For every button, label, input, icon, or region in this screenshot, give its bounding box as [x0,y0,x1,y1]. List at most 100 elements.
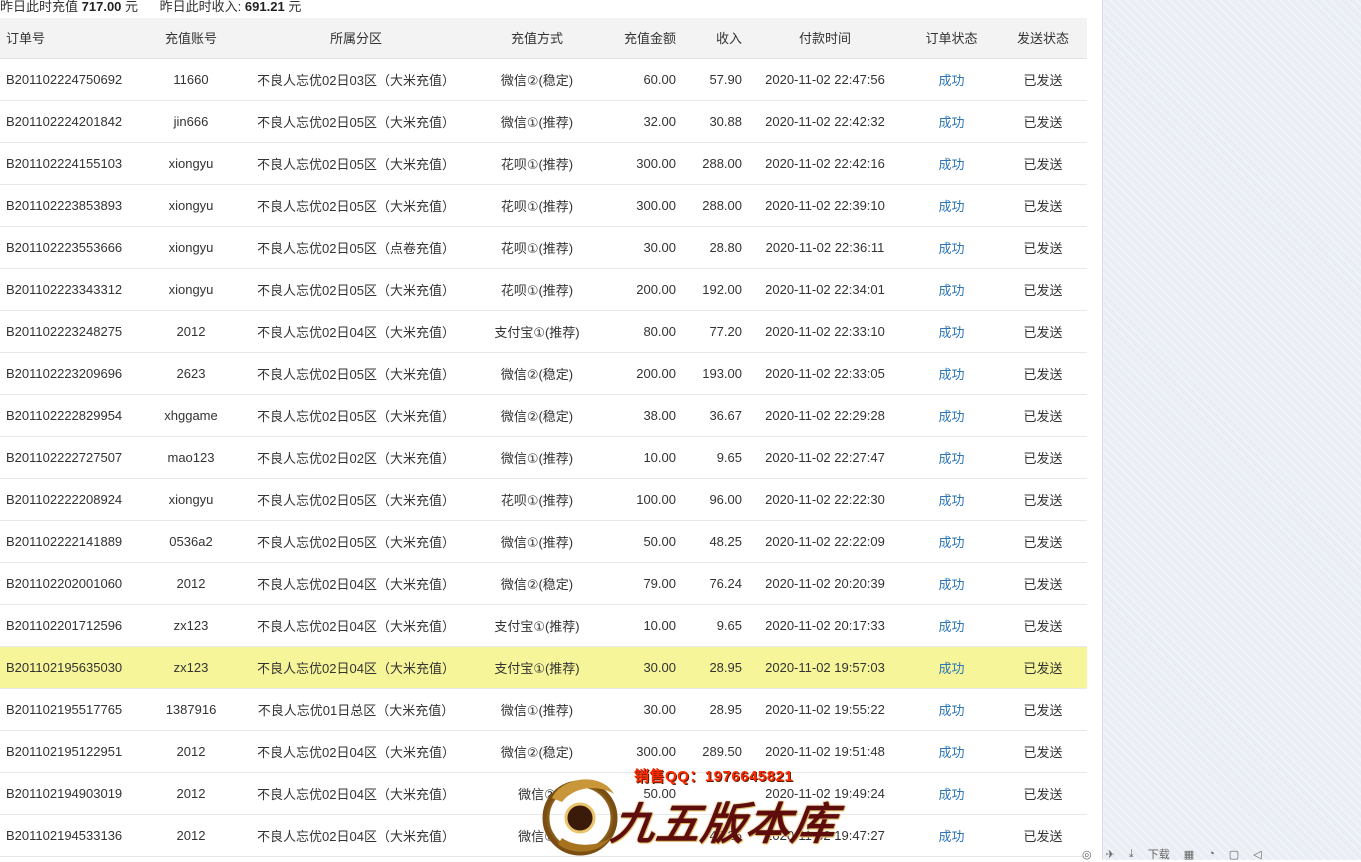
cell-zone: 不良人忘优02日05区（大米充值） [238,268,474,311]
cell-order-status[interactable]: 成功 [904,268,999,311]
cell-amount: 300.00 [600,184,680,227]
cell-send-status: 已发送 [999,268,1087,311]
cell-account: 2012 [144,730,238,773]
pin-icon[interactable]: ✈ [1106,848,1115,861]
cell-income: 9.65 [680,436,746,479]
cell-method: 微信①(推荐) [474,688,600,731]
cell-order-status[interactable]: 成功 [904,478,999,521]
recharge-label: 昨日此时充值 [0,0,79,14]
cell-pay-time: 2020-11-02 22:33:05 [746,352,904,395]
browser-status-bar: ◎ ✈ ⤓ 下载 ▦ ◔ ▢ ◁ [1082,848,1361,862]
cell-income: 48.25 [680,814,746,857]
cell-amount: 300.00 [600,730,680,773]
cell-method: 微信②(稳定) [474,562,600,605]
cell-order-status[interactable]: 成功 [904,184,999,227]
table-header: 订单号 充值账号 所属分区 充值方式 充值金额 收入 付款时间 订单状态 发送状… [0,18,1087,59]
cell-zone: 不良人忘优02日04区（大米充值） [238,310,474,353]
cell-order-status[interactable]: 成功 [904,436,999,479]
table-row: B201102224155103 xiongyu 不良人忘优02日05区（大米充值）… [0,142,1087,185]
cell-income: 36.67 [680,394,746,437]
cell-method: 支付宝①(推荐) [474,310,600,353]
cell-zone: 不良人忘优02日05区（点卷充值） [238,226,474,269]
cell-income: 28.95 [680,688,746,731]
cell-order-status[interactable]: 成功 [904,604,999,647]
cell-order-status[interactable]: 成功 [904,814,999,857]
cell-method: 微信①(推荐) [474,100,600,143]
cell-method: 微信②(稳定) [474,352,600,395]
cell-amount: 80.00 [600,310,680,353]
globe-icon[interactable]: ◎ [1082,848,1092,861]
cell-send-status: 已发送 [999,100,1087,143]
cell-order-status[interactable]: 成功 [904,772,999,815]
main-content: 昨日此时充值 717.00 元 昨日此时收入: 691.21 元 订单号 充值账… [0,0,1102,860]
window-icon[interactable]: ▢ [1229,848,1239,861]
cell-send-status: 已发送 [999,436,1087,479]
cell-order-status[interactable]: 成功 [904,562,999,605]
cell-amount: 32.00 [600,100,680,143]
cell-amount: 60.00 [600,58,680,101]
table-row: B201102195122951 2012 不良人忘优02日04区（大米充值） 微信②… [0,730,1087,773]
col-income: 收入 [680,18,746,59]
income-label: 昨日此时收入: [159,0,242,14]
cell-income: 28.95 [680,646,746,689]
cell-amount: 200.00 [600,268,680,311]
table-row: B201102222141889 0536a2 不良人忘优02日05区（大米充值）微… [0,520,1087,563]
cell-pay-time: 2020-11-02 22:29:28 [746,394,904,437]
cell-order-status[interactable]: 成功 [904,310,999,353]
cell-pay-time: 2020-11-02 20:17:33 [746,604,904,647]
cell-zone: 不良人忘优02日05区（大米充值） [238,184,474,227]
cell-pay-time: 2020-11-02 22:42:32 [746,100,904,143]
cell-method: 微信② [474,772,600,815]
cell-order-status[interactable]: 成功 [904,730,999,773]
cell-account: xiongyu [144,226,238,269]
cell-order-status[interactable]: 成功 [904,646,999,689]
cell-zone: 不良人忘优02日05区（大米充值） [238,142,474,185]
cell-amount: 38.00 [600,394,680,437]
grid-icon[interactable]: ▦ [1184,848,1194,861]
table-row: B201102222208924 xiongyu 不良人忘优02日05区（大米充值）… [0,478,1087,521]
cell-amount [600,814,680,857]
cell-order-status[interactable]: 成功 [904,352,999,395]
col-amount: 充值金额 [600,18,680,59]
cell-amount: 10.00 [600,604,680,647]
cell-order-status[interactable]: 成功 [904,226,999,269]
cell-zone: 不良人忘优02日03区（大米充值） [238,58,474,101]
cell-send-status: 已发送 [999,730,1087,773]
cell-method: 花呗①(推荐) [474,478,600,521]
cell-account: zx123 [144,604,238,647]
cell-income: 77.20 [680,310,746,353]
cell-zone: 不良人忘优02日05区（大米充值） [238,394,474,437]
cell-order-status[interactable]: 成功 [904,58,999,101]
sound-icon[interactable]: ◁ [1253,848,1261,861]
cell-send-status: 已发送 [999,604,1087,647]
cell-method: 微信② [474,814,600,857]
cell-method: 微信②(稳定) [474,730,600,773]
cell-order-status[interactable]: 成功 [904,100,999,143]
cell-order-status[interactable]: 成功 [904,520,999,563]
cell-pay-time: 2020-11-02 22:39:10 [746,184,904,227]
cell-income: 193.00 [680,352,746,395]
cell-send-status: 已发送 [999,688,1087,731]
cell-method: 花呗①(推荐) [474,184,600,227]
cell-method: 微信②(稳定) [474,58,600,101]
cell-amount: 100.00 [600,478,680,521]
cell-send-status: 已发送 [999,184,1087,227]
cell-order-status[interactable]: 成功 [904,394,999,437]
cell-zone: 不良人忘优02日04区（大米充值） [238,772,474,815]
cell-income: 30.88 [680,100,746,143]
table-row: B201102223853893 xiongyu 不良人忘优02日05区（大米充值）… [0,184,1087,227]
table-row: B201102194903019 2012 不良人忘优02日04区（大米充值） 微信②… [0,772,1087,815]
cell-send-status: 已发送 [999,226,1087,269]
side-panel [1102,0,1361,860]
speed-icon[interactable]: ◔ [1208,848,1215,860]
cell-order-status[interactable]: 成功 [904,142,999,185]
cell-pay-time: 2020-11-02 20:20:39 [746,562,904,605]
cell-order-id: B201102223853893 [0,184,144,227]
cell-order-id: B201102202001060 [0,562,144,605]
cell-amount: 30.00 [600,226,680,269]
cell-account: xhggame [144,394,238,437]
cell-order-status[interactable]: 成功 [904,688,999,731]
cell-income: 28.80 [680,226,746,269]
cell-zone: 不良人忘优02日02区（大米充值） [238,436,474,479]
download-icon[interactable]: ⤓ [1129,848,1134,861]
